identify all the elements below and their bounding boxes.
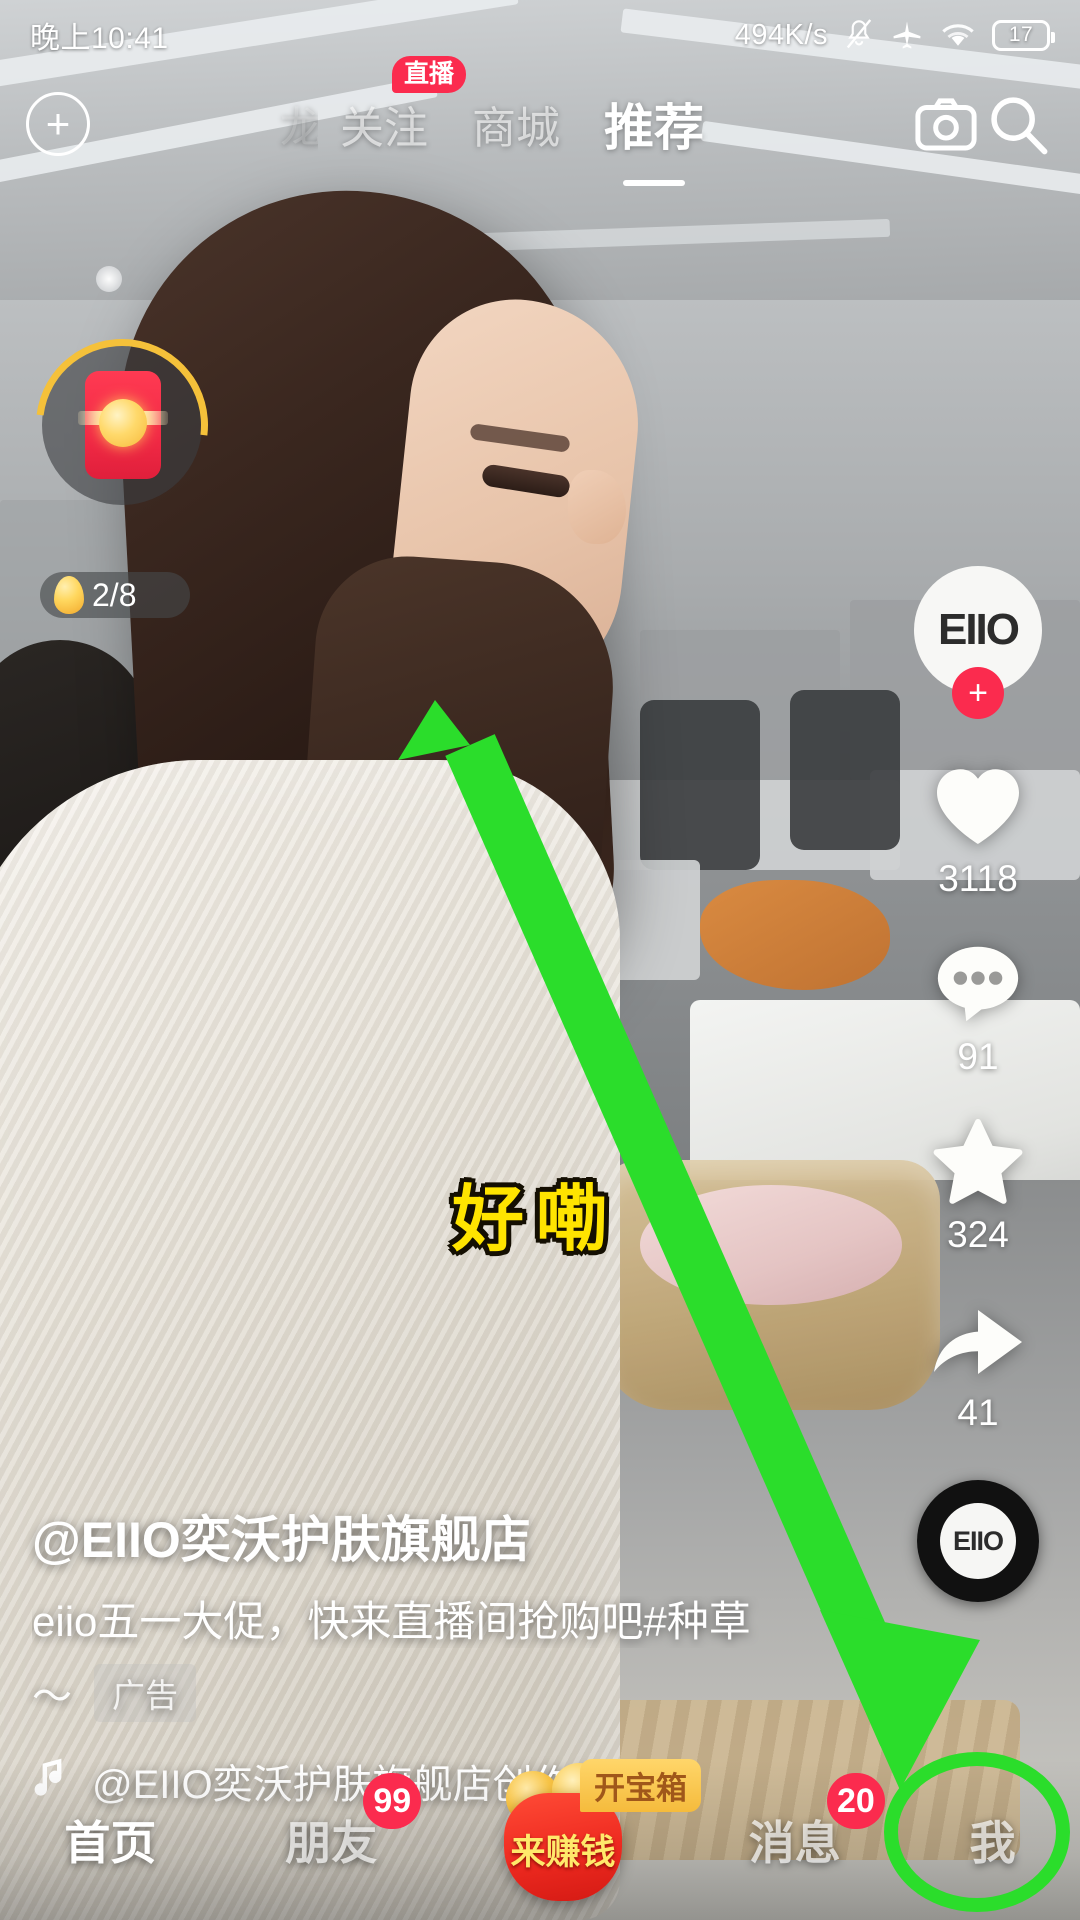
top-navigation: + 龙 关注 商城 推荐 直播 xyxy=(0,56,1080,176)
tab-messages-label: 消息 xyxy=(748,1817,841,1869)
tab-home[interactable]: 首页 xyxy=(46,1807,174,1873)
nav-tab-mall[interactable]: 商城 xyxy=(450,92,582,156)
share-arrow-icon xyxy=(926,1290,1030,1390)
wave-icon: ～ xyxy=(32,1675,72,1719)
tab-messages[interactable]: 消息 20 xyxy=(731,1773,885,1873)
action-rail: EIIO + 3118 91 324 41 EIIO xyxy=(898,566,1058,1602)
battery-indicator: 17 xyxy=(992,19,1055,51)
nav-tab-partial[interactable]: 龙 xyxy=(274,94,318,155)
annotation-circle-me-tab xyxy=(884,1752,1070,1912)
tab-messages-badge: 20 xyxy=(826,1773,885,1829)
like-count: 3118 xyxy=(938,858,1018,899)
nav-tab-list: 龙 关注 商城 推荐 直播 xyxy=(90,56,910,160)
phone-screen: 好嘞 晚上10:41 494K/s 17 + 龙 关注 商城 推荐 直播 2/8… xyxy=(0,0,1080,1920)
comment-bubble-icon xyxy=(926,934,1030,1034)
nav-tab-following[interactable]: 关注 xyxy=(318,92,450,156)
red-packet-progress-label: 2/8 xyxy=(92,576,137,613)
heart-icon xyxy=(926,756,1030,856)
favorite-button[interactable]: 324 xyxy=(926,1112,1030,1256)
star-icon xyxy=(926,1112,1030,1212)
music-disc[interactable]: EIIO xyxy=(917,1480,1039,1602)
wifi-icon xyxy=(940,19,976,51)
share-count: 41 xyxy=(957,1392,999,1433)
author-username[interactable]: @EIIO奕沃护肤旗舰店 xyxy=(32,1500,822,1572)
tab-earn-label: 来赚钱 xyxy=(510,1833,616,1872)
live-badge[interactable]: 直播 xyxy=(392,56,467,94)
comment-count: 91 xyxy=(957,1036,999,1077)
share-button[interactable]: 41 xyxy=(926,1290,1030,1434)
status-time: 晚上10:41 xyxy=(30,22,169,55)
music-disc-label: EIIO xyxy=(940,1503,1016,1579)
tab-home-label: 首页 xyxy=(64,1817,157,1869)
follow-button[interactable]: + xyxy=(952,667,1004,719)
red-packet-widget[interactable] xyxy=(1,304,243,546)
tab-friends-label: 朋友 xyxy=(285,1817,378,1869)
like-button[interactable]: 3118 xyxy=(926,756,1030,900)
airplane-mode-icon xyxy=(890,18,924,52)
caption-text[interactable]: eiio五一大促，快来直播间抢购吧#种草 xyxy=(32,1596,822,1649)
battery-level: 17 xyxy=(1008,23,1034,46)
bell-muted-icon xyxy=(844,18,874,52)
status-bar: 晚上10:41 494K/s 17 xyxy=(0,0,1080,70)
camera-icon[interactable] xyxy=(910,88,982,160)
caption-block: @EIIO奕沃护肤旗舰店 eiio五一大促，快来直播间抢购吧#种草 ～ 广告 xyxy=(32,1500,822,1722)
tab-earn-money[interactable]: 来赚钱 开宝箱 xyxy=(488,1759,701,1915)
favorite-count: 324 xyxy=(947,1214,1009,1255)
tab-friends-badge: 99 xyxy=(363,1773,422,1829)
video-subtitle: 好嘞 xyxy=(452,1180,621,1260)
nav-tab-recommend[interactable]: 推荐 xyxy=(582,88,726,160)
add-button[interactable]: + xyxy=(26,92,90,156)
red-packet-progress-pill[interactable]: 2/8 xyxy=(40,572,190,618)
search-icon[interactable] xyxy=(982,88,1054,160)
treasure-chest-badge[interactable]: 开宝箱 xyxy=(579,1759,701,1812)
golden-egg-icon xyxy=(54,576,84,614)
tab-friends[interactable]: 朋友 99 xyxy=(267,1773,422,1873)
network-speed: 494K/s xyxy=(734,18,828,51)
comment-button[interactable]: 91 xyxy=(926,934,1030,1078)
author-avatar[interactable]: EIIO + xyxy=(914,566,1042,719)
ad-badge[interactable]: 广告 xyxy=(94,1664,196,1722)
